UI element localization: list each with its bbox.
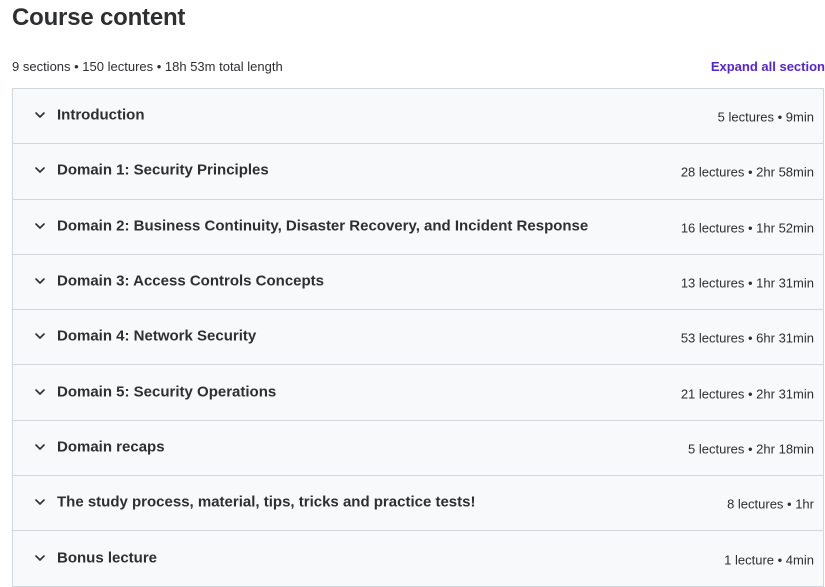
chevron-down-icon (33, 440, 47, 454)
page-title: Course content (12, 4, 186, 31)
section-title: Domain 2: Business Continuity, Disaster … (57, 217, 589, 235)
chevron-down-icon (33, 274, 47, 288)
course-summary: 9 sections • 150 lectures • 18h 53m tota… (12, 59, 283, 74)
chevron-down-icon (33, 219, 47, 233)
section-title: Domain 1: Security Principles (57, 162, 269, 180)
section-meta: 8 lectures • 1hr (727, 496, 814, 512)
section-row[interactable]: Introduction 5 lectures • 9min (13, 89, 823, 145)
section-title: Domain 3: Access Controls Concepts (57, 272, 325, 290)
section-row[interactable]: Domain 3: Access Controls Concepts 13 le… (13, 254, 823, 311)
chevron-down-icon (33, 495, 47, 509)
section-meta: 5 lectures • 2hr 18min (688, 441, 814, 457)
section-title: Domain 4: Network Security (57, 327, 257, 345)
chevron-down-icon (33, 329, 47, 343)
section-meta: 53 lectures • 6hr 31min (680, 330, 814, 346)
section-title: Domain 5: Security Operations (57, 383, 277, 401)
section-row[interactable]: Domain 2: Business Continuity, Disaster … (13, 199, 823, 255)
section-row[interactable]: Domain 1: Security Principles 28 lecture… (13, 144, 823, 200)
course-content-panel: Course content 9 sections • 150 lectures… (0, 0, 825, 587)
section-meta: 13 lectures • 1hr 31min (680, 275, 814, 291)
section-row[interactable]: Bonus lecture 1 lecture • 4min (13, 531, 823, 587)
section-row[interactable]: The study process, material, tips, trick… (13, 476, 823, 532)
section-title: The study process, material, tips, trick… (57, 493, 476, 511)
section-row[interactable]: Domain 5: Security Operations 21 lecture… (13, 365, 823, 421)
section-list: Introduction 5 lectures • 9min Domain 1:… (12, 88, 824, 587)
chevron-down-icon (33, 108, 47, 122)
expand-all-sections-button[interactable]: Expand all section (711, 59, 825, 74)
section-meta: 16 lectures • 1hr 52min (680, 219, 814, 235)
section-meta: 5 lectures • 9min (717, 109, 814, 125)
chevron-down-icon (33, 385, 47, 399)
section-row[interactable]: Domain recaps 5 lectures • 2hr 18min (13, 420, 823, 477)
section-row[interactable]: Domain 4: Network Security 53 lectures •… (13, 310, 823, 366)
section-title: Domain recaps (57, 438, 165, 456)
section-meta: 28 lectures • 2hr 58min (680, 164, 814, 180)
course-summary-row: 9 sections • 150 lectures • 18h 53m tota… (12, 59, 825, 77)
section-meta: 21 lectures • 2hr 31min (680, 385, 814, 401)
section-title: Bonus lecture (57, 549, 158, 567)
chevron-down-icon (33, 551, 47, 565)
chevron-down-icon (33, 163, 47, 177)
section-meta: 1 lecture • 4min (724, 551, 814, 567)
section-title: Introduction (57, 106, 145, 124)
